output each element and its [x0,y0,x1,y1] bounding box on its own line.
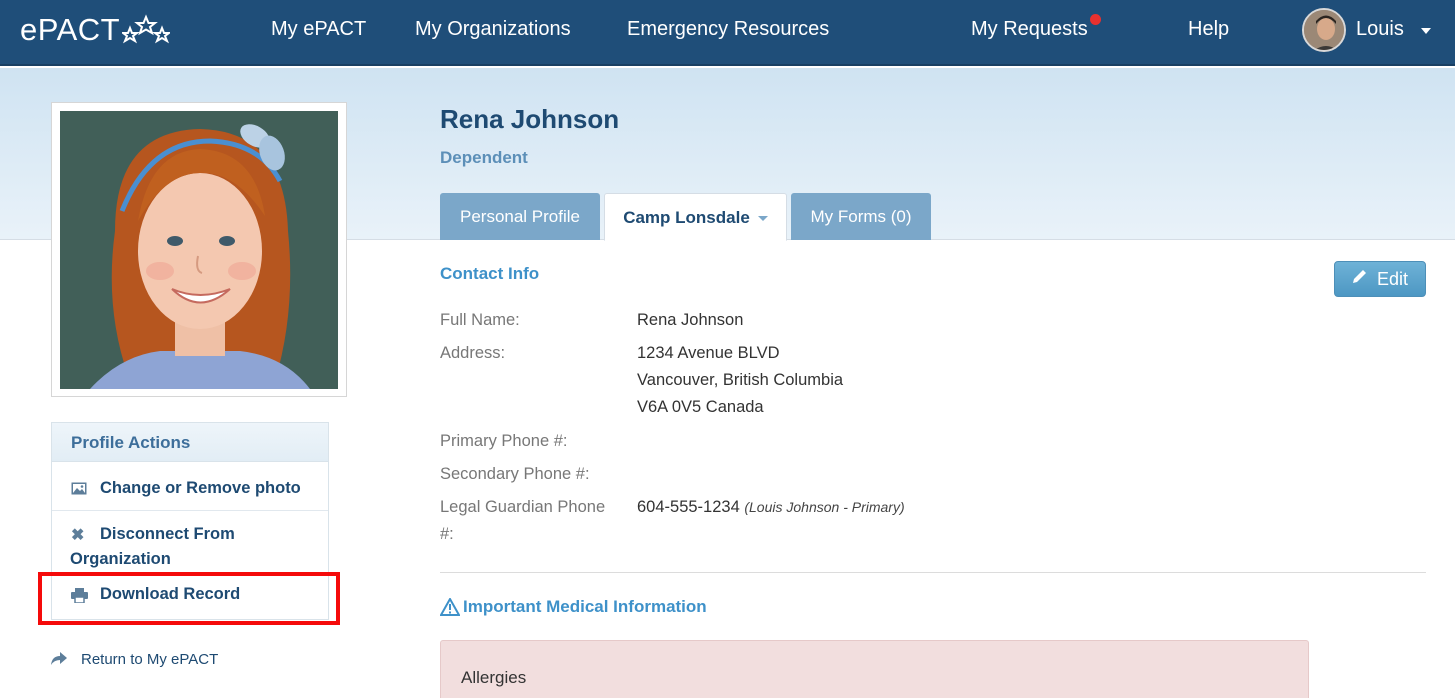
address-line1: 1234 Avenue BLVD [637,344,780,362]
guardian-phone-note: (Louis Johnson - Primary) [744,499,905,515]
image-icon [71,481,87,500]
highlight-annotation-box [38,572,340,625]
epact-logo[interactable]: ePACT [20,12,171,48]
tab-personal-profile[interactable]: Personal Profile [440,193,600,240]
return-link-label: Return to My ePACT [81,651,219,668]
person-role: Dependent [440,148,528,167]
nav-my-organizations[interactable]: My Organizations [415,18,571,41]
edit-label: Edit [1376,268,1409,289]
address-line3: V6A 0V5 Canada [637,398,764,416]
disconnect-organization-action[interactable]: ✖ Disconnect From Organization [52,511,328,575]
change-photo-label: Change or Remove photo [100,479,301,497]
nav-my-epact[interactable]: My ePACT [271,18,366,41]
allergies-label: Allergies [461,668,527,687]
full-name-label: Full Name: [440,311,520,329]
medical-info-label: Important Medical Information [463,597,707,616]
user-avatar[interactable] [1302,8,1346,52]
person-name: Rena Johnson [440,104,620,134]
address-line2: Vancouver, British Columbia [637,371,844,389]
pencil-icon [1352,269,1367,289]
tab-camp-label: Camp Lonsdale [623,208,750,227]
share-arrow-icon [51,651,67,668]
guardian-phone-value: 604-555-1234 (Louis Johnson - Primary) [637,494,905,521]
notification-dot [1090,14,1101,25]
disconnect-label-line1: Disconnect From [100,525,235,543]
nav-emergency-resources[interactable]: Emergency Resources [627,18,829,41]
tab-my-forms[interactable]: My Forms (0) [791,193,931,240]
return-link[interactable]: Return to My ePACT [51,651,218,668]
guardian-phone-label-line2: #: [440,525,454,543]
tab-forms-label: My Forms (0) [810,207,912,226]
top-navigation: ePACT My ePACT My Organizations Emergenc… [0,0,1455,66]
guardian-phone-label-line1: Legal Guardian Phone [440,498,606,516]
avatar-image [1304,10,1344,50]
nav-help[interactable]: Help [1188,18,1229,41]
user-name[interactable]: Louis [1356,18,1404,41]
stars-icon [122,14,171,44]
full-name-value: Rena Johnson [637,311,744,329]
tab-personal-label: Personal Profile [459,207,580,226]
secondary-phone-label: Secondary Phone #: [440,465,590,483]
address-label: Address: [440,344,506,362]
guardian-phone-number: 604-555-1234 [637,498,740,516]
warning-icon [440,598,460,616]
contact-info-title: Contact Info [440,264,540,283]
chevron-down-icon[interactable] [1421,28,1431,34]
medical-info-title: Important Medical Information [440,597,707,617]
close-icon: ✖ [71,527,85,544]
edit-button[interactable]: Edit [1334,261,1426,297]
tab-camp-lonsdale[interactable]: Camp Lonsdale [604,193,787,241]
primary-phone-label: Primary Phone #: [440,432,568,450]
section-divider [440,572,1426,573]
nav-my-requests[interactable]: My Requests [971,18,1088,41]
logo-text: ePACT [20,12,121,47]
change-photo-action[interactable]: Change or Remove photo [52,462,328,511]
profile-actions-title: Profile Actions [52,423,328,462]
caret-down-icon [757,216,768,222]
disconnect-label-line2: Organization [70,550,171,568]
profile-photo [60,111,338,389]
allergies-panel: Allergies [440,640,1309,698]
profile-photo-frame [51,102,347,397]
